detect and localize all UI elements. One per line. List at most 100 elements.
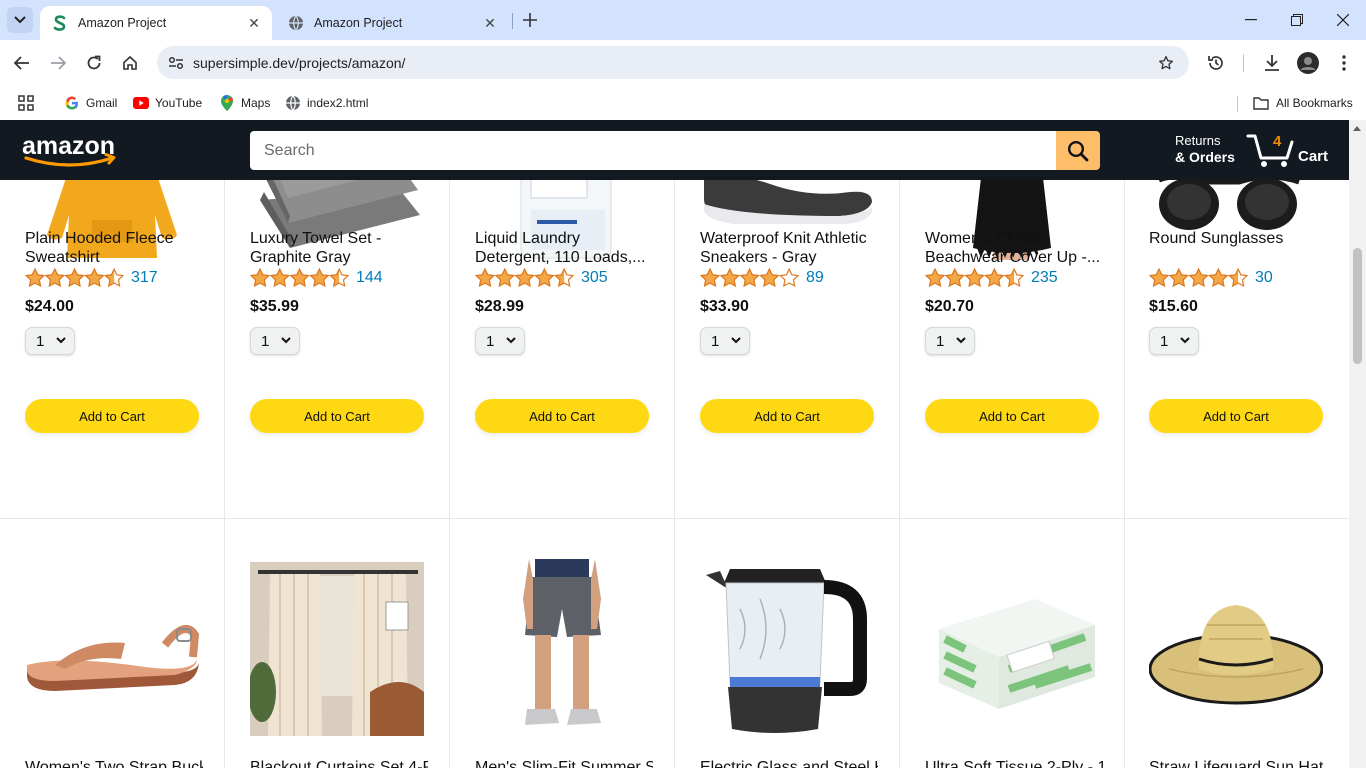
- star-icon: [104, 268, 124, 288]
- rating-count[interactable]: 30: [1255, 269, 1273, 287]
- scroll-up-arrow-icon[interactable]: [1353, 126, 1361, 131]
- product-price: $28.99: [475, 298, 524, 315]
- new-tab-button[interactable]: [519, 9, 541, 31]
- product-card: Ultra Soft Tissue 2-Ply - 18 Box: [900, 519, 1125, 768]
- star-icon: [534, 268, 555, 288]
- bookmark-star-icon[interactable]: [1151, 48, 1181, 78]
- product-name[interactable]: Blackout Curtains Set 4-Pack: [250, 758, 428, 768]
- globe-icon: [285, 95, 301, 111]
- product-name[interactable]: Round Sunglasses: [1149, 229, 1327, 269]
- quantity-select[interactable]: 1: [25, 327, 75, 355]
- star-icon: [475, 268, 496, 288]
- quantity-select[interactable]: 1: [700, 327, 750, 355]
- add-to-cart-button[interactable]: Add to Cart: [25, 399, 199, 433]
- restore-button[interactable]: [1274, 0, 1320, 40]
- product-image-curtains[interactable]: [250, 562, 424, 736]
- add-to-cart-button[interactable]: Add to Cart: [925, 399, 1099, 433]
- product-image-tissues[interactable]: [925, 559, 1099, 739]
- browser-tab-active[interactable]: Amazon Project ✕: [40, 6, 272, 40]
- url-text[interactable]: supersimple.dev/projects/amazon/: [193, 55, 1151, 71]
- quantity-select[interactable]: 1: [250, 327, 300, 355]
- browser-menu-button[interactable]: [1330, 49, 1358, 77]
- star-icon: [1188, 268, 1209, 288]
- history-button[interactable]: [1202, 49, 1230, 77]
- add-to-cart-button[interactable]: Add to Cart: [700, 399, 874, 433]
- forward-button[interactable]: [44, 49, 72, 77]
- product-rating: 235: [925, 266, 1058, 290]
- product-name[interactable]: Plain Hooded Fleece Sweatshirt: [25, 229, 203, 269]
- star-icon: [25, 268, 46, 288]
- bookmark-youtube[interactable]: YouTube: [133, 92, 202, 114]
- rating-count[interactable]: 89: [806, 269, 824, 287]
- tab-search-dropdown[interactable]: [7, 7, 33, 33]
- product-name[interactable]: Waterproof Knit Athletic Sneakers - Gray: [700, 229, 878, 269]
- quantity-select[interactable]: 1: [475, 327, 525, 355]
- close-tab-icon[interactable]: ✕: [482, 15, 498, 31]
- reload-button[interactable]: [80, 49, 108, 77]
- bookmark-gmail[interactable]: Gmail: [64, 92, 117, 114]
- star-icon: [779, 268, 799, 288]
- product-rating: 317: [25, 266, 158, 290]
- plus-icon: [523, 13, 537, 27]
- quantity-value: 1: [1160, 332, 1169, 350]
- rating-stars-icon: [475, 268, 574, 288]
- product-name[interactable]: Ultra Soft Tissue 2-Ply - 18 Box: [925, 758, 1103, 768]
- browser-tab-inactive[interactable]: Amazon Project ✕: [276, 6, 508, 40]
- product-name[interactable]: Liquid Laundry Detergent, 110 Loads,...: [475, 229, 653, 269]
- back-button[interactable]: [8, 49, 36, 77]
- close-window-button[interactable]: [1320, 0, 1366, 40]
- forward-arrow-icon: [51, 56, 66, 70]
- tab-title: Amazon Project: [314, 16, 403, 30]
- star-icon: [719, 268, 740, 288]
- product-name[interactable]: Straw Lifeguard Sun Hat: [1149, 758, 1327, 768]
- star-icon: [44, 268, 65, 288]
- search-button[interactable]: [1056, 131, 1100, 170]
- bookmarks-divider: [1237, 96, 1238, 112]
- google-icon: [64, 95, 80, 111]
- rating-count[interactable]: 235: [1031, 269, 1058, 287]
- product-name[interactable]: Electric Glass and Steel Hot Water Kettl…: [700, 758, 878, 768]
- product-name[interactable]: Luxury Towel Set - Graphite Gray: [250, 229, 428, 269]
- star-icon: [964, 268, 985, 288]
- site-settings-icon[interactable]: [161, 48, 191, 78]
- all-bookmarks-label: All Bookmarks: [1276, 96, 1353, 110]
- address-bar[interactable]: supersimple.dev/projects/amazon/: [157, 46, 1189, 79]
- minimize-button[interactable]: [1228, 0, 1274, 40]
- add-to-cart-button[interactable]: Add to Cart: [475, 399, 649, 433]
- rating-count[interactable]: 317: [131, 269, 158, 287]
- apps-button[interactable]: [18, 92, 34, 114]
- add-to-cart-button[interactable]: Add to Cart: [1149, 399, 1323, 433]
- downloads-button[interactable]: [1258, 49, 1286, 77]
- rating-count[interactable]: 305: [581, 269, 608, 287]
- home-button[interactable]: [116, 49, 144, 77]
- cart-icon: [1246, 134, 1294, 167]
- product-image-straw-hat[interactable]: [1149, 559, 1323, 739]
- bookmark-label: YouTube: [155, 96, 203, 110]
- profile-avatar[interactable]: [1294, 49, 1322, 77]
- quantity-select[interactable]: 1: [1149, 327, 1199, 355]
- product-image-shorts[interactable]: [475, 559, 649, 739]
- cart-link[interactable]: 4 Cart: [1246, 130, 1336, 172]
- product-image-sandal[interactable]: [25, 559, 199, 735]
- add-to-cart-button[interactable]: Add to Cart: [250, 399, 424, 433]
- product-name[interactable]: Women's Two Strap Buckle Sandal: [25, 758, 203, 768]
- scrollbar-thumb[interactable]: [1353, 248, 1362, 364]
- amazon-logo[interactable]: amazon: [22, 132, 124, 173]
- returns-orders-link[interactable]: Returns & Orders: [1175, 133, 1235, 165]
- chevron-down-icon: [14, 16, 26, 24]
- close-tab-icon[interactable]: ✕: [246, 15, 262, 31]
- product-name[interactable]: Women's Chiffon Beachwear Cover Up -...: [925, 229, 1103, 269]
- search-icon: [1067, 140, 1089, 161]
- product-rating: 30: [1149, 266, 1273, 290]
- bookmark-label: index2.html: [307, 96, 369, 110]
- amazon-header: amazon Returns & Orders 4 Cart: [0, 120, 1349, 180]
- rating-count[interactable]: 144: [356, 269, 383, 287]
- quantity-select[interactable]: 1: [925, 327, 975, 355]
- bookmark-maps[interactable]: Maps: [219, 92, 270, 114]
- page-scrollbar[interactable]: [1349, 120, 1366, 768]
- product-image-kettle[interactable]: [700, 559, 874, 739]
- bookmark-index2[interactable]: index2.html: [285, 92, 368, 114]
- all-bookmarks-button[interactable]: All Bookmarks: [1252, 92, 1353, 114]
- search-input[interactable]: [250, 131, 1056, 170]
- product-name[interactable]: Men's Slim-Fit Summer Shorts: [475, 758, 653, 768]
